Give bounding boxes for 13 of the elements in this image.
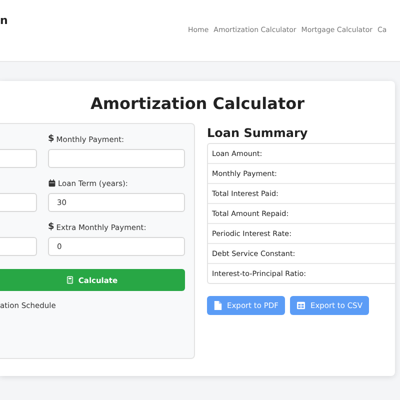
page-title: Amortization Calculator — [90, 93, 306, 115]
table-icon — [297, 301, 306, 310]
input-field[interactable] — [0, 193, 37, 212]
calculator-icon — [67, 276, 74, 284]
input-field[interactable] — [0, 237, 37, 256]
input-field[interactable] — [0, 149, 37, 168]
calendar-icon — [48, 179, 56, 187]
dollar-icon: $ — [48, 134, 54, 144]
input-field[interactable] — [48, 149, 185, 168]
file-icon — [214, 301, 222, 310]
summary-title: Loan Summary — [207, 125, 309, 142]
brand-name[interactable]: n — [0, 14, 8, 27]
dollar-icon: $ — [48, 222, 54, 232]
